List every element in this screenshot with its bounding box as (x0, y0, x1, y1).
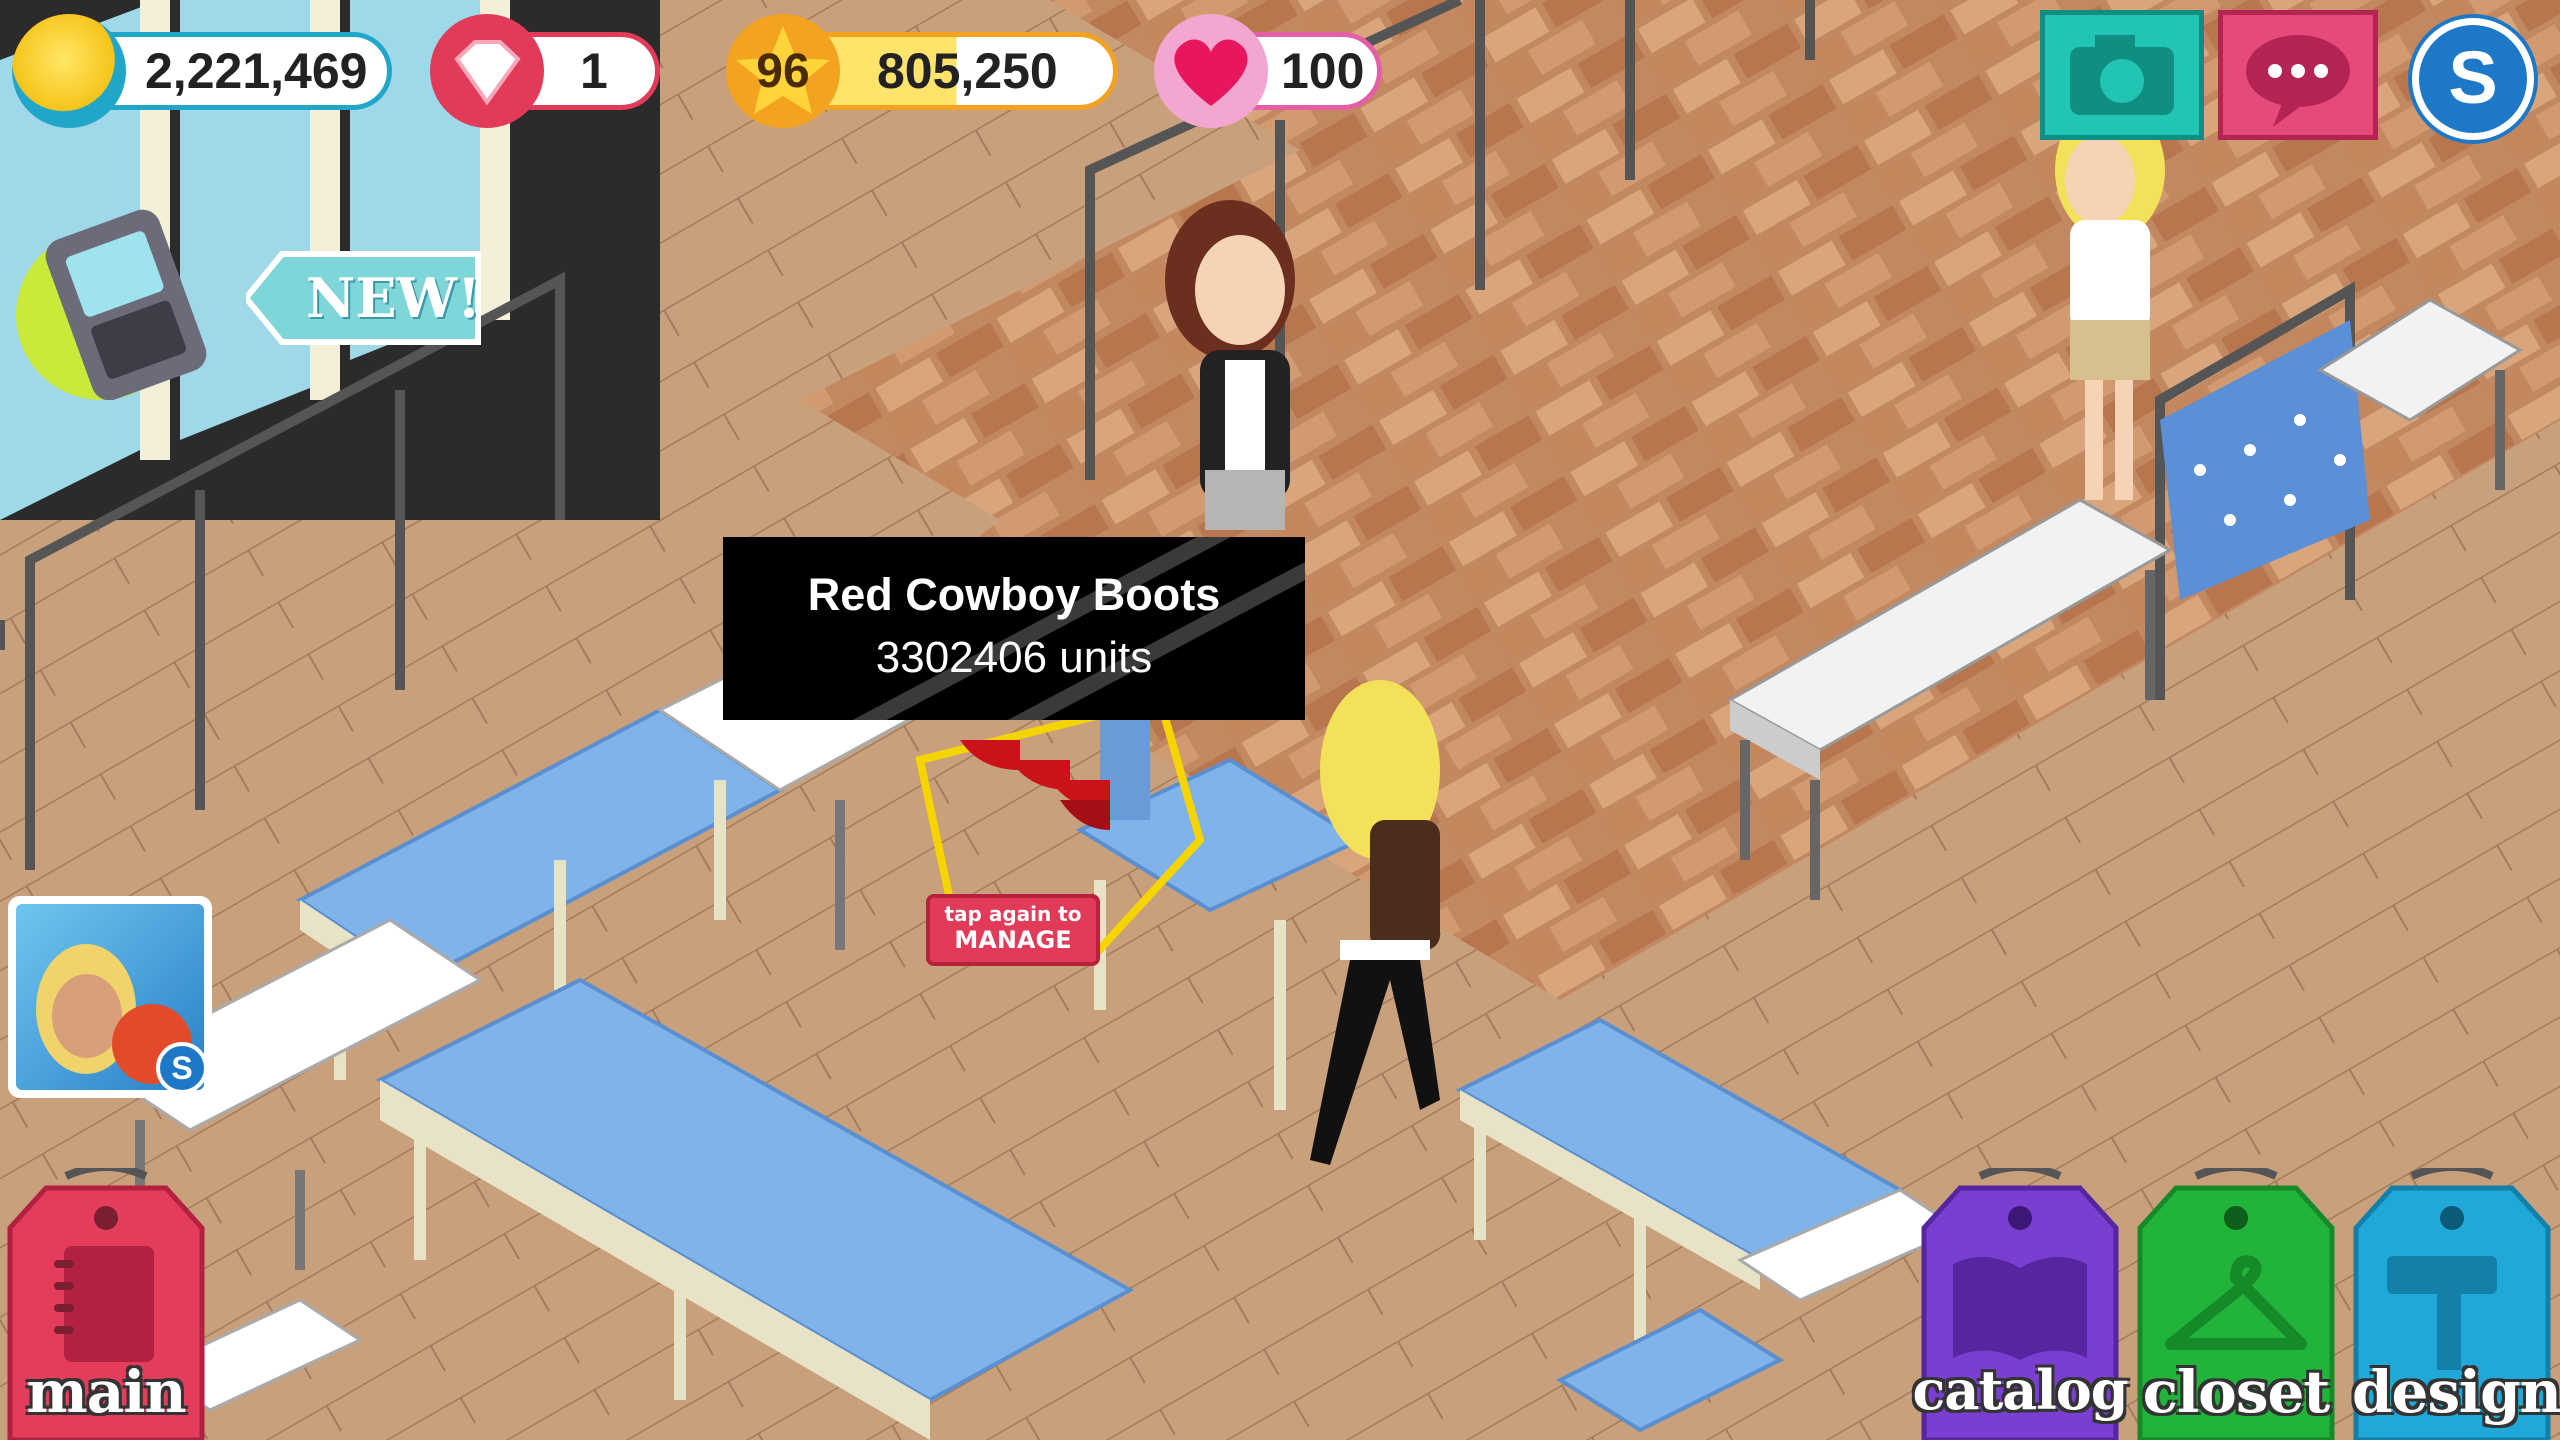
design-button[interactable]: design (2352, 1168, 2560, 1440)
camera-button[interactable] (2040, 10, 2204, 140)
friend-avatar[interactable]: S (8, 896, 212, 1098)
closet-label: closet (2142, 1358, 2330, 1426)
account-s-icon[interactable]: S (2412, 18, 2534, 140)
hanger-icon (2165, 1255, 2307, 1350)
phone-icon (45, 209, 207, 400)
camera-icon (2070, 35, 2174, 115)
manage-button[interactable]: tap again to MANAGE (926, 894, 1100, 966)
design-label: design (2352, 1358, 2560, 1426)
account-s-icon: S (156, 1042, 208, 1094)
manage-hint: tap again to (944, 902, 1082, 926)
hearts-value: 100 (1281, 43, 1365, 99)
main-label: main (26, 1358, 186, 1426)
gem-icon (430, 14, 544, 128)
catalog-label: catalog (1912, 1358, 2128, 1422)
hammer-icon (2387, 1256, 2497, 1370)
chat-icon (2246, 35, 2350, 127)
phone-button[interactable] (16, 209, 207, 400)
new-badge-label: NEW! (306, 266, 481, 330)
heart-icon (1154, 14, 1268, 128)
coin-icon (12, 14, 126, 128)
closet-button[interactable]: closet (2136, 1168, 2336, 1440)
coins-value: 2,221,469 (145, 43, 368, 99)
book-icon (1953, 1256, 2087, 1360)
manage-label: MANAGE (954, 926, 1072, 954)
level-value: 96 (756, 45, 810, 98)
chat-button[interactable] (2218, 10, 2378, 140)
xp-value: 805,250 (877, 43, 1058, 99)
main-button[interactable]: main (6, 1168, 206, 1440)
tooltip-item-quantity: 3302406 units (875, 633, 1153, 682)
notebook-icon (54, 1246, 154, 1362)
catalog-button[interactable]: catalog (1912, 1168, 2129, 1440)
tooltip-item-name: Red Cowboy Boots (807, 569, 1221, 620)
item-tooltip: Red Cowboy Boots 3302406 units (723, 537, 1305, 720)
gems-value: 1 (580, 43, 608, 99)
new-badge[interactable]: NEW! (246, 250, 482, 346)
